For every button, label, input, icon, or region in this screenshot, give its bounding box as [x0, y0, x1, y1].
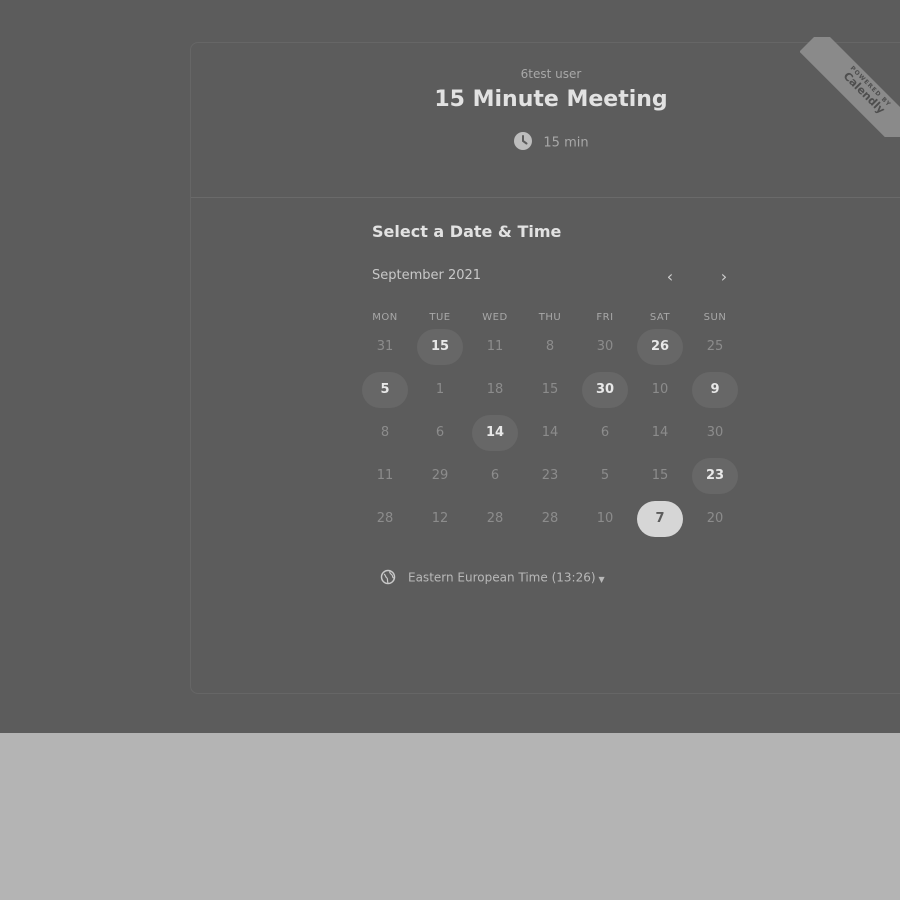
calendar-day: 25	[706, 339, 724, 354]
calendar-day: 5	[600, 468, 610, 483]
prev-month-button[interactable]: ‹	[658, 265, 682, 289]
timezone-label: Eastern European Time (13:26)	[408, 570, 596, 585]
calendar-day: 10	[651, 382, 669, 397]
weekday-mon: MON	[372, 312, 398, 323]
calendar-day: 18	[486, 382, 504, 397]
next-month-button[interactable]: ›	[712, 265, 736, 289]
calendar-day-available[interactable]: 5	[362, 372, 408, 408]
calendar-day: 6	[600, 425, 610, 440]
calendar-heading: Select a Date & Time	[372, 222, 562, 241]
calendar-day: 8	[380, 425, 390, 440]
event-title: 15 Minute Meeting	[434, 87, 668, 112]
booking-card: 6test user 15 Minute Meeting 15 min	[190, 42, 900, 694]
calendar-day: 30	[706, 425, 724, 440]
timezone-selector[interactable]: Eastern European Time (13:26) ▼	[380, 569, 605, 586]
globe-icon	[380, 569, 396, 585]
calendar-day: 30	[596, 339, 614, 354]
calendar-day: 14	[541, 425, 559, 440]
weekday-tue: TUE	[429, 312, 451, 323]
calendar-day: 28	[541, 511, 559, 526]
weekday-thu: THU	[538, 312, 562, 323]
event-owner: 6test user	[520, 67, 582, 81]
powered-by-ribbon[interactable]: POWERED BY Calendly	[800, 37, 900, 137]
calendar-day: 1	[435, 382, 445, 397]
calendar-day: 15	[651, 468, 669, 483]
month-label: September 2021	[372, 268, 482, 283]
calendar-day: 11	[486, 339, 504, 354]
weekday-sun: SUN	[703, 312, 727, 323]
duration-label: 15 min	[543, 135, 589, 151]
clock-icon	[514, 132, 533, 150]
calendar-day-available[interactable]: 15	[417, 329, 463, 365]
event-duration: 15 min	[191, 132, 900, 153]
calendar-day: 28	[376, 511, 394, 526]
calendar-day-available[interactable]: 26	[637, 329, 683, 365]
ribbon-brand: Calendly	[840, 69, 888, 117]
calendar-day: 11	[376, 468, 394, 483]
calendar-day-available[interactable]: 23	[692, 458, 738, 494]
event-header: 6test user 15 Minute Meeting 15 min	[191, 43, 900, 198]
chevron-down-icon: ▼	[598, 574, 605, 584]
weekday-sat: SAT	[649, 312, 671, 323]
calendar-day-available[interactable]: 30	[582, 372, 628, 408]
modal-overlay: 6test user 15 Minute Meeting 15 min POWE…	[0, 0, 900, 733]
calendar-day-available[interactable]: 9	[692, 372, 738, 408]
calendar-day-available[interactable]: 14	[472, 415, 518, 451]
calendar-day: 12	[431, 511, 449, 526]
calendar-day: 23	[541, 468, 559, 483]
calendar-day: 20	[706, 511, 724, 526]
weekday-wed: WED	[482, 312, 508, 323]
calendar-day-selected[interactable]: 7	[637, 501, 683, 537]
weekday-fri: FRI	[596, 312, 614, 323]
calendar-day: 31	[376, 339, 394, 354]
calendar-day: 6	[490, 468, 500, 483]
calendar-day: 29	[431, 468, 449, 483]
calendar-day: 28	[486, 511, 504, 526]
calendar-day: 15	[541, 382, 559, 397]
calendar-day: 10	[596, 511, 614, 526]
calendar-day: 8	[545, 339, 555, 354]
calendar-day: 14	[651, 425, 669, 440]
calendar-day: 6	[435, 425, 445, 440]
